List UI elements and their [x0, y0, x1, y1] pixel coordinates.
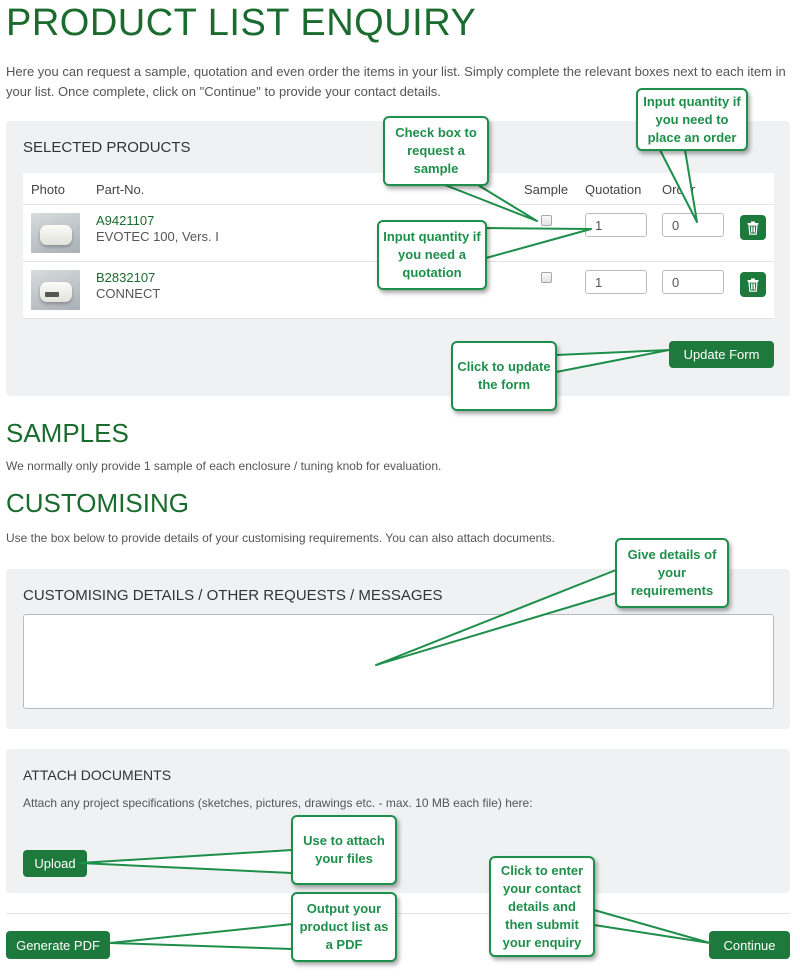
upload-button[interactable]: Upload: [23, 850, 87, 877]
col-sample: Sample: [524, 182, 569, 197]
selected-products-heading: SELECTED PRODUCTS: [23, 139, 191, 156]
callout-upload: Use to attach your files: [291, 815, 397, 885]
trash-icon: [747, 221, 759, 235]
callout-details: Give details of your requirements: [615, 538, 729, 608]
order-input[interactable]: [662, 213, 724, 237]
attach-text: Attach any project specifications (sketc…: [23, 796, 533, 810]
customising-title: CUSTOMISING: [6, 488, 189, 518]
quotation-input[interactable]: [585, 213, 647, 237]
delete-button[interactable]: [740, 215, 766, 240]
customising-panel-heading: CUSTOMISING DETAILS / OTHER REQUESTS / M…: [23, 587, 443, 604]
part-description: CONNECT: [96, 286, 161, 301]
order-input[interactable]: [662, 270, 724, 294]
part-description: EVOTEC 100, Vers. I: [96, 229, 219, 244]
continue-button[interactable]: Continue: [709, 931, 790, 959]
trash-icon: [747, 278, 759, 292]
col-order: Order: [662, 182, 696, 197]
samples-text: We normally only provide 1 sample of eac…: [6, 459, 442, 473]
quotation-input[interactable]: [585, 270, 647, 294]
part-number[interactable]: B2832107: [96, 270, 155, 285]
col-photo: Photo: [31, 182, 65, 197]
callout-sample: Check box to request a sample: [383, 116, 489, 186]
product-photo: [31, 213, 80, 253]
callout-update: Click to update the form: [451, 341, 557, 411]
col-part-no: Part-No.: [96, 182, 145, 197]
customising-details-textarea[interactable]: [23, 614, 774, 709]
customising-text: Use the box below to provide details of …: [6, 531, 555, 545]
update-form-button[interactable]: Update Form: [669, 341, 774, 368]
product-photo: [31, 270, 80, 310]
callout-order: Input quantity if you need to place an o…: [636, 88, 748, 151]
sample-checkbox[interactable]: [541, 272, 552, 283]
col-quotation: Quotation: [585, 182, 642, 197]
callout-quotation: Input quantity if you need a quotation: [377, 220, 487, 290]
sample-checkbox[interactable]: [541, 215, 552, 226]
callout-continue: Click to enter your contact details and …: [489, 856, 595, 957]
samples-title: SAMPLES: [6, 418, 129, 448]
delete-button[interactable]: [740, 272, 766, 297]
part-number[interactable]: A9421107: [96, 213, 154, 228]
attach-documents-panel: ATTACH DOCUMENTS Attach any project spec…: [6, 749, 790, 893]
attach-heading: ATTACH DOCUMENTS: [23, 767, 172, 783]
callout-pdf: Output your product list as a PDF: [291, 892, 397, 962]
page-title: PRODUCT LIST ENQUIRY: [6, 2, 477, 44]
generate-pdf-button[interactable]: Generate PDF: [6, 931, 110, 959]
divider: [6, 913, 790, 914]
